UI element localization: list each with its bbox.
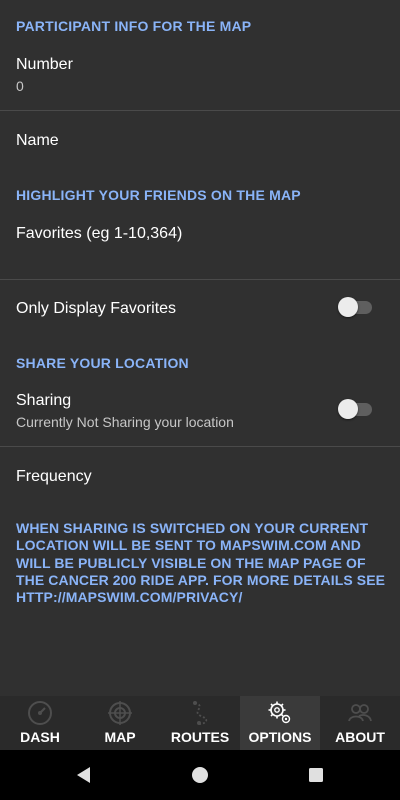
- frequency-preference[interactable]: Frequency: [0, 447, 400, 507]
- friends-section-header: HIGHLIGHT YOUR FRIENDS ON THE MAP: [16, 187, 301, 203]
- name-preference[interactable]: Name: [0, 111, 400, 171]
- participant-section-header: PARTICIPANT INFO FOR THE MAP: [16, 18, 252, 34]
- only-favorites-switch[interactable]: [338, 296, 374, 318]
- tab-options[interactable]: OPTIONS: [240, 696, 320, 750]
- only-favorites-preference[interactable]: Only Display Favorites: [0, 280, 400, 340]
- crosshair-map-icon: [108, 701, 132, 725]
- sharing-label: Sharing: [16, 392, 72, 409]
- back-triangle-icon[interactable]: [74, 765, 94, 785]
- only-favorites-label: Only Display Favorites: [16, 300, 177, 317]
- tab-map[interactable]: MAP: [80, 696, 160, 750]
- sharing-preference[interactable]: Sharing Currently Not Sharing your locat…: [0, 380, 400, 446]
- tab-label: MAP: [104, 729, 136, 745]
- home-circle-icon[interactable]: [190, 765, 210, 785]
- sharing-switch[interactable]: [338, 398, 374, 420]
- speedometer-icon: [28, 701, 52, 725]
- tab-dash[interactable]: DASH: [0, 696, 80, 750]
- tab-label: OPTIONS: [248, 729, 312, 745]
- switch-thumb: [338, 297, 358, 317]
- bottom-tab-bar: DASH MAP ROUTES OPTIONS ABOUT: [0, 696, 400, 750]
- tab-about[interactable]: ABOUT: [320, 696, 400, 750]
- tab-label: ABOUT: [335, 729, 385, 745]
- number-preference[interactable]: Number 0: [0, 46, 400, 110]
- privacy-notice: WHEN SHARING IS SWITCHED ON YOUR CURRENT…: [16, 520, 386, 606]
- name-label: Name: [16, 132, 59, 149]
- location-section-header: SHARE YOUR LOCATION: [16, 355, 189, 371]
- people-icon: [348, 704, 372, 722]
- tab-label: DASH: [20, 729, 60, 745]
- gears-icon: [268, 701, 291, 724]
- switch-thumb: [338, 399, 358, 419]
- tab-label: ROUTES: [170, 729, 230, 745]
- settings-list: PARTICIPANT INFO FOR THE MAP Number 0 Na…: [0, 0, 400, 696]
- system-navigation-bar: [0, 750, 400, 800]
- route-icon: [193, 701, 208, 725]
- number-label: Number: [16, 56, 73, 73]
- number-value: 0: [16, 78, 24, 94]
- tab-routes[interactable]: ROUTES: [160, 696, 240, 750]
- recents-square-icon[interactable]: [306, 765, 326, 785]
- frequency-label: Frequency: [16, 468, 92, 485]
- sharing-summary: Currently Not Sharing your location: [16, 414, 234, 430]
- favorites-preference[interactable]: Favorites (eg 1-10,364): [0, 210, 400, 278]
- favorites-label: Favorites (eg 1-10,364): [16, 225, 183, 242]
